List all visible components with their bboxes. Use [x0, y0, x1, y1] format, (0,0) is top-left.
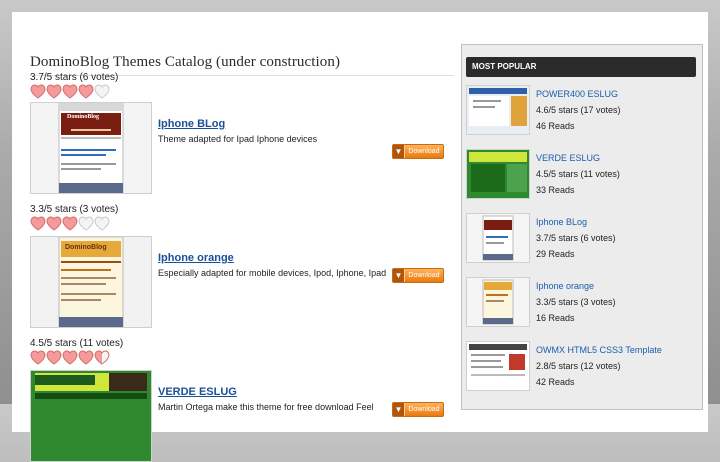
popular-thumbnail[interactable]: [466, 277, 530, 327]
heart-full-icon[interactable]: [30, 216, 46, 231]
popular-title-link[interactable]: POWER400 ESLUG: [536, 89, 618, 99]
popular-thumbnail[interactable]: [466, 85, 530, 135]
power400-preview: [467, 86, 529, 134]
popular-item[interactable]: VERDE ESLUG 4.5/5 stars (11 votes) 33 Re…: [466, 149, 696, 209]
owmx-template-preview: [467, 342, 529, 390]
page-title: DominoBlog Themes Catalog (under constru…: [30, 54, 341, 70]
heart-empty-icon[interactable]: [94, 216, 110, 231]
rating-text: 4.5/5 stars (11 votes): [30, 338, 124, 349]
heart-full-icon[interactable]: [46, 84, 62, 99]
iphone-blog-small-preview: [467, 214, 529, 262]
popular-item[interactable]: Iphone orange 3.3/5 stars (3 votes) 16 R…: [466, 277, 696, 337]
popular-reads: 16 Reads: [536, 313, 575, 323]
theme-title-link[interactable]: Iphone orange: [158, 252, 234, 264]
theme-description: Especially adapted for mobile devices, I…: [158, 268, 387, 278]
download-arrow-icon: ▼: [393, 403, 405, 416]
heart-rating[interactable]: [30, 216, 110, 232]
theme-title-link[interactable]: VERDE ESLUG: [158, 386, 237, 398]
download-button[interactable]: ▼ Download: [392, 402, 444, 417]
popular-rating: 4.6/5 stars (17 votes): [536, 105, 621, 115]
heart-full-icon[interactable]: [62, 216, 78, 231]
heart-empty-icon[interactable]: [78, 216, 94, 231]
page: DominoBlog Themes Catalog (under constru…: [12, 12, 708, 462]
sidebar-heading: MOST POPULAR: [466, 57, 696, 77]
download-arrow-icon: ▼: [393, 269, 405, 282]
heart-half-icon[interactable]: [94, 350, 110, 365]
popular-rating: 3.3/5 stars (3 votes): [536, 297, 616, 307]
thumb-brand: DominoBlog: [67, 114, 100, 120]
heart-rating[interactable]: [30, 84, 110, 100]
theme-thumbnail[interactable]: DominoBlog: [30, 102, 152, 194]
theme-thumbnail[interactable]: [30, 370, 152, 462]
popular-reads: 29 Reads: [536, 249, 575, 259]
rating-text: 3.7/5 stars (6 votes): [30, 72, 119, 83]
heart-rating[interactable]: [30, 350, 110, 366]
popular-rating: 3.7/5 stars (6 votes): [536, 233, 616, 243]
popular-thumbnail[interactable]: [466, 341, 530, 391]
verde-eslug-small-preview: [467, 150, 529, 198]
popular-rating: 4.5/5 stars (11 votes): [536, 169, 620, 179]
download-label: Download: [408, 272, 440, 279]
heart-full-icon[interactable]: [30, 84, 46, 99]
download-button[interactable]: ▼ Download: [392, 144, 444, 159]
popular-item[interactable]: OWMX HTML5 CSS3 Template 2.8/5 stars (12…: [466, 341, 696, 401]
popular-reads: 33 Reads: [536, 185, 575, 195]
popular-reads: 46 Reads: [536, 121, 575, 131]
thumb-brand: DominoBlog: [65, 244, 107, 251]
popular-reads: 42 Reads: [536, 377, 575, 387]
most-popular-sidebar: MOST POPULAR POWER400 ESLUG 4.6/5 stars …: [461, 44, 703, 410]
download-button[interactable]: ▼ Download: [392, 268, 444, 283]
theme-thumbnail[interactable]: DominoBlog: [30, 236, 152, 328]
download-label: Download: [408, 406, 440, 413]
heart-full-icon[interactable]: [78, 350, 94, 365]
popular-item[interactable]: POWER400 ESLUG 4.6/5 stars (17 votes) 46…: [466, 85, 696, 145]
heart-full-icon[interactable]: [30, 350, 46, 365]
heart-full-icon[interactable]: [62, 84, 78, 99]
theme-description: Theme adapted for Ipad Iphone devices: [158, 134, 318, 144]
heart-full-icon[interactable]: [62, 350, 78, 365]
heart-full-icon[interactable]: [46, 216, 62, 231]
download-arrow-icon: ▼: [393, 145, 405, 158]
popular-rating: 2.8/5 stars (12 votes): [536, 361, 621, 371]
verde-eslug-preview: [31, 371, 151, 461]
popular-item[interactable]: Iphone BLog 3.7/5 stars (6 votes) 29 Rea…: [466, 213, 696, 273]
popular-title-link[interactable]: OWMX HTML5 CSS3 Template: [536, 345, 662, 355]
popular-title-link[interactable]: Iphone BLog: [536, 217, 587, 227]
heart-empty-icon[interactable]: [94, 84, 110, 99]
popular-title-link[interactable]: VERDE ESLUG: [536, 153, 600, 163]
theme-title-link[interactable]: Iphone BLog: [158, 118, 225, 130]
rating-text: 3.3/5 stars (3 votes): [30, 204, 119, 215]
popular-thumbnail[interactable]: [466, 149, 530, 199]
download-label: Download: [408, 148, 440, 155]
popular-title-link[interactable]: Iphone orange: [536, 281, 594, 291]
heart-full-icon[interactable]: [78, 84, 94, 99]
iphone-orange-small-preview: [467, 278, 529, 326]
popular-thumbnail[interactable]: [466, 213, 530, 263]
heart-full-icon[interactable]: [46, 350, 62, 365]
